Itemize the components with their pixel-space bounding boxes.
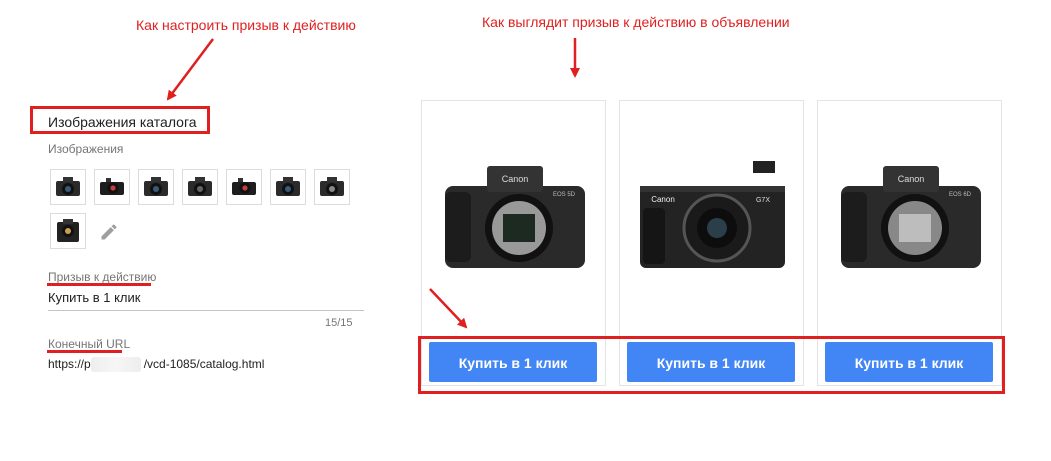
- camera-thumbnail[interactable]: [50, 213, 86, 249]
- catalog-images-title: Изображения каталога: [48, 114, 197, 130]
- card-2-model: G7X: [756, 197, 770, 204]
- pencil-edit-icon[interactable]: [99, 222, 119, 247]
- cta-input-line: [48, 310, 364, 311]
- camera-thumbnail[interactable]: [182, 169, 218, 205]
- url-label-underline: [47, 350, 122, 353]
- final-url-input[interactable]: https://p/vcd-1085/catalog.html: [48, 357, 264, 371]
- card-2-brand: Canon: [651, 195, 675, 204]
- card-3-brand: Canon: [898, 174, 925, 184]
- cta-char-counter: 15/15: [325, 317, 353, 329]
- cta-label-underline: [47, 283, 151, 286]
- buy-one-click-button[interactable]: Купить в 1 клик: [429, 342, 597, 382]
- camera-thumbnail[interactable]: [314, 169, 350, 205]
- url-field-label: Конечный URL: [48, 337, 131, 351]
- camera-thumbnail[interactable]: [270, 169, 306, 205]
- dslr-camera-image: Canon EOS 6D: [841, 166, 981, 268]
- buy-one-click-button[interactable]: Купить в 1 клик: [627, 342, 795, 382]
- dslr-camera-image: Canon EOS 5D: [445, 166, 585, 268]
- url-suffix: /vcd-1085/catalog.html: [143, 357, 265, 371]
- camera-thumbnail[interactable]: [226, 169, 262, 205]
- left-annotation-caption: Как настроить призыв к действию: [136, 17, 356, 33]
- right-annotation-caption: Как выглядит призыв к действию в объявле…: [482, 14, 790, 30]
- camera-thumbnail[interactable]: [50, 169, 86, 205]
- compact-camera-image: Canon G7X: [640, 161, 785, 268]
- url-prefix: https://p: [48, 357, 91, 371]
- buy-one-click-button[interactable]: Купить в 1 клик: [825, 342, 993, 382]
- cta-field-label: Призыв к действию: [48, 270, 157, 284]
- images-label: Изображения: [48, 142, 124, 156]
- card-3-model: EOS 6D: [949, 192, 972, 198]
- url-redaction: [91, 357, 141, 372]
- card-1-brand: Canon: [502, 174, 529, 184]
- cta-input[interactable]: Купить в 1 клик: [48, 290, 140, 305]
- arrow-to-settings: [166, 38, 214, 101]
- camera-thumbnail[interactable]: [94, 169, 130, 205]
- camera-thumbnail[interactable]: [138, 169, 174, 205]
- card-1-model: EOS 5D: [553, 192, 576, 198]
